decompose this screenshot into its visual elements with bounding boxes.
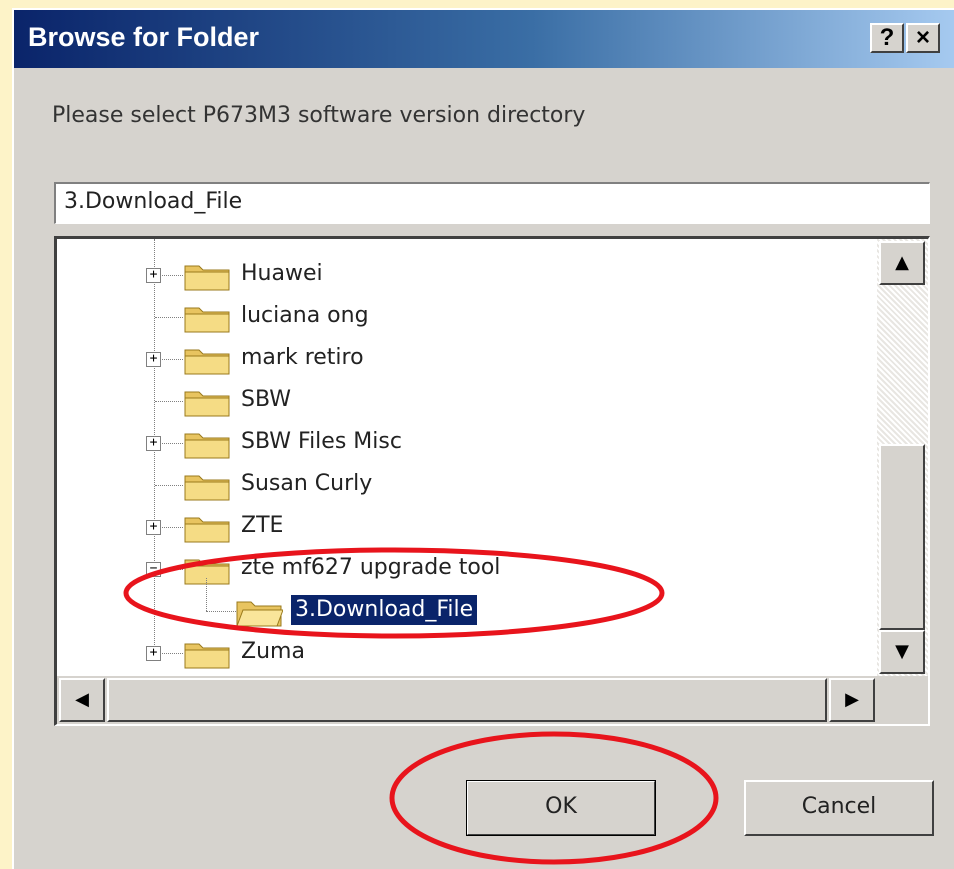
folder-icon (184, 391, 230, 417)
tree-item-label: luciana ong (241, 303, 369, 328)
tree-item-label: mark retiro (241, 345, 364, 370)
scrollbar-corner (877, 676, 928, 724)
scroll-down-button[interactable]: ▼ (879, 630, 925, 674)
tree-item-label: zte mf627 upgrade tool (241, 555, 501, 580)
vertical-scroll-thumb[interactable] (879, 444, 925, 630)
tree-item-label: SBW (241, 387, 292, 412)
folder-icon (184, 517, 230, 543)
folder-path-field[interactable]: 3.Download_File (54, 182, 930, 224)
tree-item[interactable]: + ZTE (57, 506, 877, 546)
open-folder-icon (236, 601, 283, 627)
expand-icon[interactable]: + (146, 520, 161, 535)
tree-item[interactable]: − zte mf627 upgrade tool (57, 548, 877, 588)
scroll-left-button[interactable]: ◀ (59, 678, 105, 722)
tree-item-selected[interactable]: 3.Download_File (57, 578, 877, 630)
folder-icon (184, 559, 230, 585)
folder-icon (184, 643, 230, 669)
cancel-button[interactable]: Cancel (744, 780, 934, 836)
tree-item-label: ZTE (241, 513, 284, 538)
tree-item-label: Huawei (241, 261, 323, 286)
tree-item-label: SBW Files Misc (241, 429, 402, 454)
tree-item[interactable]: + Zuma (57, 632, 877, 672)
tree-item[interactable]: luciana ong (57, 296, 877, 336)
close-button[interactable]: × (906, 23, 940, 53)
dialog-prompt: Please select P673M3 software version di… (52, 103, 586, 128)
tree-item-label: Susan Curly (241, 471, 373, 496)
ok-button[interactable]: OK (466, 780, 656, 836)
title-bar: Browse for Folder ? × (14, 10, 954, 68)
tree-item-label: Zuma (241, 639, 305, 664)
folder-icon (184, 265, 230, 291)
expand-icon[interactable]: + (146, 352, 161, 367)
browse-for-folder-dialog: Browse for Folder ? × Please select P673… (12, 8, 954, 869)
help-button[interactable]: ? (870, 23, 904, 53)
tree-item[interactable]: Susan Curly (57, 464, 877, 504)
collapse-icon[interactable]: − (146, 562, 161, 577)
expand-icon[interactable]: + (146, 646, 161, 661)
tree-item[interactable]: + Huawei (57, 254, 877, 294)
vertical-scrollbar[interactable]: ▲ ▼ (877, 239, 928, 676)
folder-icon (184, 349, 230, 375)
tree-item[interactable]: + mark retiro (57, 338, 877, 378)
tree-item[interactable]: SBW (57, 380, 877, 420)
horizontal-scroll-thumb[interactable] (107, 678, 827, 722)
expand-icon[interactable]: + (146, 268, 161, 283)
scroll-up-button[interactable]: ▲ (879, 241, 925, 285)
scroll-right-button[interactable]: ▶ (829, 678, 875, 722)
dialog-title: Browse for Folder (28, 22, 260, 52)
tree-item[interactable]: + SBW Files Misc (57, 422, 877, 462)
tree-rows: + Huawei luciana ong + mark retiro SBW +… (57, 239, 877, 679)
folder-icon (184, 307, 230, 333)
folder-icon (184, 475, 230, 501)
horizontal-scrollbar[interactable]: ◀ ▶ (57, 676, 877, 724)
tree-item-label: 3.Download_File (289, 594, 479, 626)
folder-icon (184, 433, 230, 459)
expand-icon[interactable]: + (146, 436, 161, 451)
folder-tree[interactable]: + Huawei luciana ong + mark retiro SBW +… (54, 236, 930, 726)
